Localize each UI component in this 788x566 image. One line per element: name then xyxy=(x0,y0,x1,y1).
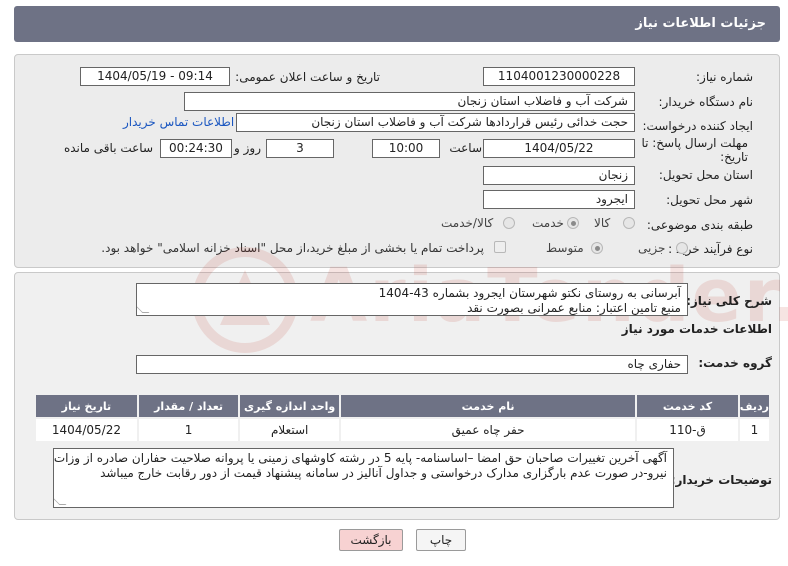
col-qty: تعداد / مقدار xyxy=(136,393,241,419)
treasury-checkbox[interactable] xyxy=(494,241,506,253)
description-label: شرح کلی نیاز: xyxy=(686,294,772,308)
service-group-field: حفاری چاه xyxy=(136,355,688,374)
contact-info-link[interactable]: اطلاعات تماس خریدار xyxy=(123,115,234,129)
back-button[interactable]: بازگشت xyxy=(339,529,403,551)
category-option-service: خدمت xyxy=(532,216,564,230)
cell-name: حفر چاه عمیق xyxy=(338,417,638,443)
cell-code: ق-110 xyxy=(635,417,740,443)
services-section-title: اطلاعات خدمات مورد نیاز xyxy=(621,322,772,336)
deadline-time-label: ساعت xyxy=(449,141,482,155)
announce-date-label: تاریخ و ساعت اعلان عمومی: xyxy=(235,70,380,84)
creator-label: ایجاد کننده درخواست: xyxy=(642,119,753,133)
buyer-org-field: شرکت آب و فاضلاب استان زنجان xyxy=(184,92,635,111)
process-option-medium: متوسط xyxy=(546,241,584,255)
city-label: شهر محل تحویل: xyxy=(666,193,753,207)
process-radio-minor[interactable] xyxy=(676,242,688,254)
category-radio-goods[interactable] xyxy=(623,217,635,229)
deadline-label-date: تاریخ: xyxy=(720,150,748,164)
city-field: ایجرود xyxy=(483,190,635,209)
print-button[interactable]: چاپ xyxy=(416,529,466,551)
page-title: جزئیات اطلاعات نیاز xyxy=(635,16,766,31)
cell-unit: استعلام xyxy=(238,417,341,443)
table-row: 1 ق-110 حفر چاه عمیق استعلام 1 1404/05/2… xyxy=(34,417,772,443)
col-unit: واحد اندازه گیری xyxy=(238,393,341,419)
need-number-label: شماره نیاز: xyxy=(696,70,753,84)
category-radio-service[interactable] xyxy=(567,217,579,229)
cell-qty: 1 xyxy=(136,417,241,443)
col-code: کد خدمت xyxy=(635,393,740,419)
deadline-time-field: 10:00 xyxy=(372,139,440,158)
table-header-row: ردیف کد خدمت نام خدمت واحد اندازه گیری ت… xyxy=(34,393,772,419)
buyer-notes-line-1: آگهی آخرین تغییرات صاحبان حق امضا –اساسن… xyxy=(53,451,667,465)
deadline-label: مهلت ارسال پاسخ: تا xyxy=(641,136,748,150)
creator-field: حجت خدائی رئیس قراردادها شرکت آب و فاضلا… xyxy=(236,113,635,132)
buyer-notes-line-2: نیرو-در صورت عدم بارگزاری مدارک درخواستی… xyxy=(100,466,667,480)
description-textarea[interactable]: آبرسانی به روستای نکتو شهرستان ایجرود بش… xyxy=(136,283,688,316)
buyer-notes-label: توضیحات خریدار: xyxy=(670,473,772,487)
buyer-org-label: نام دستگاه خریدار: xyxy=(658,95,754,109)
category-option-goods-service: کالا/خدمت xyxy=(441,216,494,230)
services-table: ردیف کد خدمت نام خدمت واحد اندازه گیری ت… xyxy=(34,393,772,443)
buyer-notes-textarea[interactable]: آگهی آخرین تغییرات صاحبان حق امضا –اساسن… xyxy=(53,448,674,508)
cell-date: 1404/05/22 xyxy=(34,417,139,443)
time-remaining-field: 00:24:30 xyxy=(160,139,232,158)
category-label: طبقه بندی موضوعی: xyxy=(646,218,753,232)
description-line-1: آبرسانی به روستای نکتو شهرستان ایجرود بش… xyxy=(378,286,681,300)
days-remaining-field: 3 xyxy=(266,139,334,158)
announce-date-field: 1404/05/19 - 09:14 xyxy=(80,67,230,86)
page-header: جزئیات اطلاعات نیاز xyxy=(14,6,780,42)
col-date: تاریخ نیاز xyxy=(34,393,139,419)
need-info-panel xyxy=(14,54,780,268)
province-field: زنجان xyxy=(483,166,635,185)
cell-index: 1 xyxy=(737,417,772,443)
category-option-goods: کالا xyxy=(594,216,611,230)
need-number-field: 1104001230000228 xyxy=(483,67,635,86)
process-radio-medium[interactable] xyxy=(591,242,603,254)
province-label: استان محل تحویل: xyxy=(658,168,753,182)
resize-handle-icon[interactable] xyxy=(54,498,67,505)
treasury-note: پرداخت تمام یا بخشی از مبلغ خرید،از محل … xyxy=(101,241,484,255)
deadline-date-field: 1404/05/22 xyxy=(483,139,635,158)
time-remaining-label: ساعت باقی مانده xyxy=(63,141,153,155)
col-index: ردیف xyxy=(737,393,772,419)
col-name: نام خدمت xyxy=(338,393,638,419)
category-radio-goods-service[interactable] xyxy=(503,217,515,229)
process-option-minor: جزیی xyxy=(638,241,666,255)
service-group-label: گروه خدمت: xyxy=(698,356,772,370)
days-label: روز و xyxy=(234,141,261,155)
description-line-2: منبع تامین اعتبار: منابع عمرانی بصورت نق… xyxy=(467,301,681,315)
